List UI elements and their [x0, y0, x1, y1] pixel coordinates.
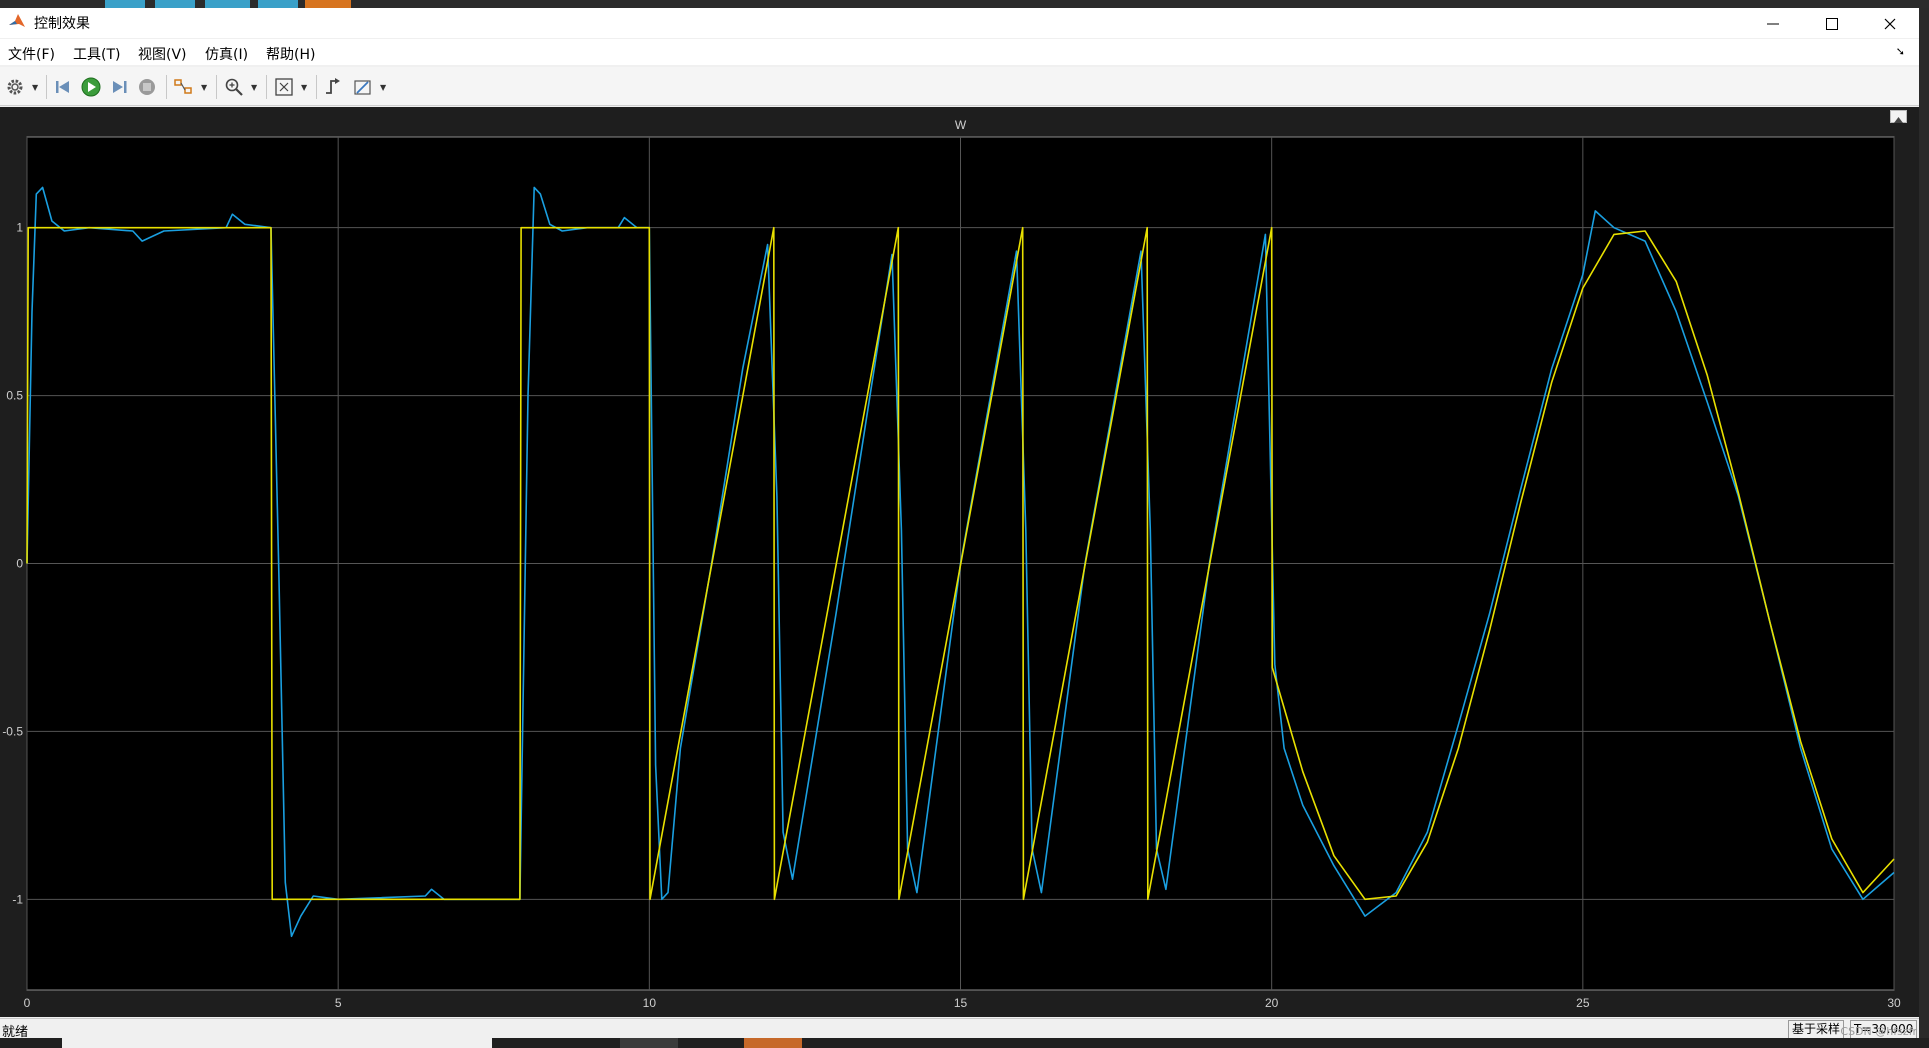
- trigger-button[interactable]: [322, 76, 344, 98]
- desktop-edge: [1919, 8, 1929, 1038]
- scope-plot-area: W 0 5 10 15 20 25 30 -1 -0.5 0 0.5 1: [0, 107, 1919, 1017]
- taskbar-strip-bottom: [0, 1038, 1929, 1048]
- zoom-in-icon: [225, 78, 243, 96]
- toolbar-separator: [216, 75, 217, 99]
- scope-window: 控制效果 文件(F) 工具(T) 视图(V) 仿真(I) 帮助(H) ➘ ▼ ▼…: [0, 8, 1919, 1040]
- matlab-logo-icon: [9, 14, 25, 27]
- x-tick-label: 10: [643, 996, 657, 1010]
- y-tick-label: 1: [16, 221, 23, 235]
- sample-based-indicator: 基于采样: [1788, 1020, 1845, 1039]
- stop-icon: [139, 79, 155, 95]
- gear-icon: [7, 79, 23, 95]
- cursor-measure-icon: [354, 80, 371, 95]
- step-back-icon: [56, 81, 69, 93]
- fit-to-view-icon: [275, 78, 293, 96]
- taskbar-tab[interactable]: [62, 1038, 492, 1048]
- measure-dropdown-arrow-icon[interactable]: ▼: [380, 83, 386, 92]
- maximize-button[interactable]: [1803, 8, 1861, 38]
- status-bar: 就绪 基于采样 T=30.000: [0, 1018, 1919, 1040]
- menu-simulation[interactable]: 仿真(I): [205, 44, 248, 64]
- menu-help[interactable]: 帮助(H): [266, 44, 315, 64]
- fit-dropdown-arrow-icon[interactable]: ▼: [301, 83, 307, 92]
- taskbar-tab[interactable]: [205, 0, 250, 8]
- x-tick-label: 25: [1576, 996, 1590, 1010]
- stop-button[interactable]: [136, 76, 158, 98]
- y-tick-label: 0.5: [6, 389, 23, 403]
- restore-layout-button[interactable]: [1890, 110, 1907, 123]
- taskbar-tab[interactable]: [744, 1038, 802, 1048]
- undock-arrow-icon[interactable]: ➘: [1896, 45, 1905, 58]
- x-tick-label: 5: [335, 996, 342, 1010]
- taskbar-tab[interactable]: [155, 0, 195, 8]
- minimize-button[interactable]: [1744, 8, 1802, 38]
- taskbar-tab[interactable]: [620, 1038, 678, 1048]
- step-forward-button[interactable]: [108, 76, 130, 98]
- highlight-dropdown-arrow-icon[interactable]: ▼: [201, 83, 207, 92]
- x-tick-label: 0: [24, 996, 31, 1010]
- restore-icon: [1894, 117, 1903, 123]
- zoom-button[interactable]: [223, 76, 245, 98]
- menu-tools[interactable]: 工具(T): [73, 44, 120, 64]
- toolbar-separator: [46, 75, 47, 99]
- taskbar-strip-top: [0, 0, 1929, 8]
- close-button[interactable]: [1861, 8, 1919, 38]
- fit-to-view-button[interactable]: [273, 76, 295, 98]
- y-tick-label: 0: [16, 557, 23, 571]
- highlight-simulink-block-button[interactable]: [173, 76, 195, 98]
- settings-button[interactable]: [4, 76, 26, 98]
- step-back-button[interactable]: [52, 76, 74, 98]
- settings-dropdown-arrow-icon[interactable]: ▼: [32, 83, 38, 92]
- zoom-dropdown-arrow-icon[interactable]: ▼: [251, 83, 257, 92]
- toolbar-separator: [266, 75, 267, 99]
- menu-bar: 文件(F) 工具(T) 视图(V) 仿真(I) 帮助(H) ➘: [0, 39, 1919, 65]
- toolbar-separator: [316, 75, 317, 99]
- y-tick-label: -1: [12, 892, 23, 906]
- close-icon: [1884, 18, 1896, 29]
- highlight-icon: [174, 79, 192, 94]
- taskbar-tab[interactable]: [258, 0, 298, 8]
- window-title: 控制效果: [34, 16, 90, 32]
- title-bar: 控制效果: [0, 8, 1919, 38]
- run-icon: [81, 77, 101, 97]
- scope-chart[interactable]: W 0 5 10 15 20 25 30 -1 -0.5 0 0.5 1: [0, 107, 1919, 1017]
- trigger-icon: [326, 78, 340, 94]
- cursor-measurements-button[interactable]: [352, 76, 374, 98]
- watermark: CSDN @hfszfr: [1840, 1025, 1917, 1038]
- menu-view[interactable]: 视图(V): [138, 44, 187, 64]
- plot-title: W: [955, 118, 967, 132]
- taskbar-tab[interactable]: [305, 0, 351, 8]
- x-tick-label: 20: [1265, 996, 1279, 1010]
- x-tick-label: 30: [1887, 996, 1901, 1010]
- y-tick-label: -0.5: [2, 724, 23, 738]
- toolbar: ▼ ▼ ▼ ▼ ▼: [0, 67, 1919, 106]
- maximize-icon: [1826, 17, 1838, 30]
- menu-file[interactable]: 文件(F): [8, 44, 55, 64]
- minimize-icon: [1767, 23, 1779, 24]
- toolbar-separator: [166, 75, 167, 99]
- run-button[interactable]: [80, 76, 102, 98]
- step-forward-icon: [113, 81, 127, 93]
- x-tick-label: 15: [954, 996, 968, 1010]
- taskbar-tab[interactable]: [105, 0, 145, 8]
